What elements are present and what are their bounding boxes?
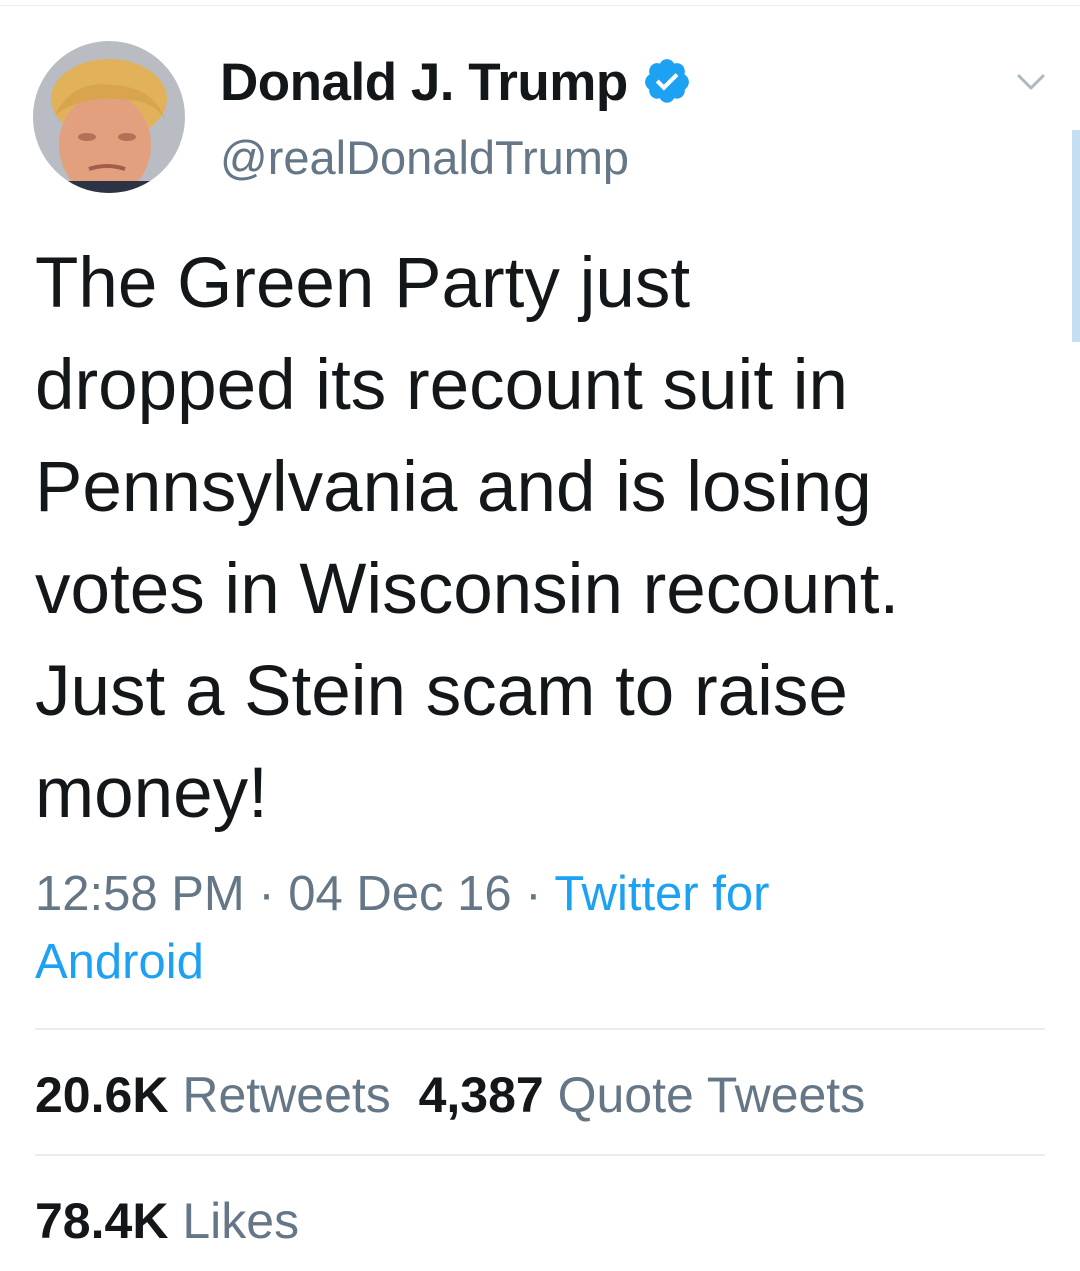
chevron-down-icon[interactable] [1016, 72, 1046, 92]
scroll-indicator[interactable] [1072, 130, 1080, 342]
stats-divider [35, 1028, 1045, 1030]
tweet-text-line: Just a Stein scam to raise [35, 652, 848, 731]
quote-tweets-count: 4,387 [418, 1067, 544, 1123]
tweet-text-line: The Green Party just [35, 244, 691, 323]
tweet-text-line: Pennsylvania and is losing [35, 448, 872, 527]
tweet-meta-line-1: 12:58 PM · 04 Dec 16 · Twitter for [35, 860, 935, 928]
tweet-meta: 12:58 PM · 04 Dec 16 · Twitter for Andro… [35, 860, 935, 996]
top-divider [0, 5, 1080, 6]
verified-badge-icon [645, 59, 689, 103]
retweets-stat[interactable]: 20.6K Retweets [35, 1067, 391, 1123]
likes-label: Likes [182, 1193, 300, 1249]
author-display-name[interactable]: Donald J. Trump [220, 52, 628, 113]
quote-tweets-label: Quote Tweets [557, 1067, 866, 1123]
author-screen-name[interactable]: @realDonaldTrump [220, 130, 629, 185]
tweet-text-line: money! [35, 754, 268, 833]
meta-separator: · [244, 867, 289, 921]
tweet-meta-line-2: Android [35, 928, 935, 996]
tweet-time: 12:58 PM [35, 867, 245, 921]
tweet-text-line: votes in Wisconsin recount. [35, 550, 900, 629]
likes-stat[interactable]: 78.4K Likes [35, 1193, 299, 1249]
retweets-label: Retweets [182, 1067, 391, 1123]
quote-tweets-stat[interactable]: 4,387 Quote Tweets [419, 1067, 866, 1123]
avatar[interactable] [33, 41, 185, 193]
likes-count: 78.4K [35, 1193, 169, 1249]
tweet-date: 04 Dec 16 [288, 867, 512, 921]
tweet-text-line: dropped its recount suit in [35, 346, 849, 425]
engagement-row: 20.6K Retweets 4,387 Quote Tweets [35, 1066, 865, 1124]
likes-row: 78.4K Likes [35, 1192, 299, 1250]
meta-separator: · [511, 867, 555, 921]
tweet-text: The Green Party just dropped its recount… [35, 233, 1035, 845]
stats-divider [35, 1154, 1045, 1156]
tweet-source-link[interactable]: Android [35, 935, 204, 989]
retweets-count: 20.6K [35, 1067, 169, 1123]
tweet-source-link[interactable]: Twitter for [554, 867, 769, 921]
